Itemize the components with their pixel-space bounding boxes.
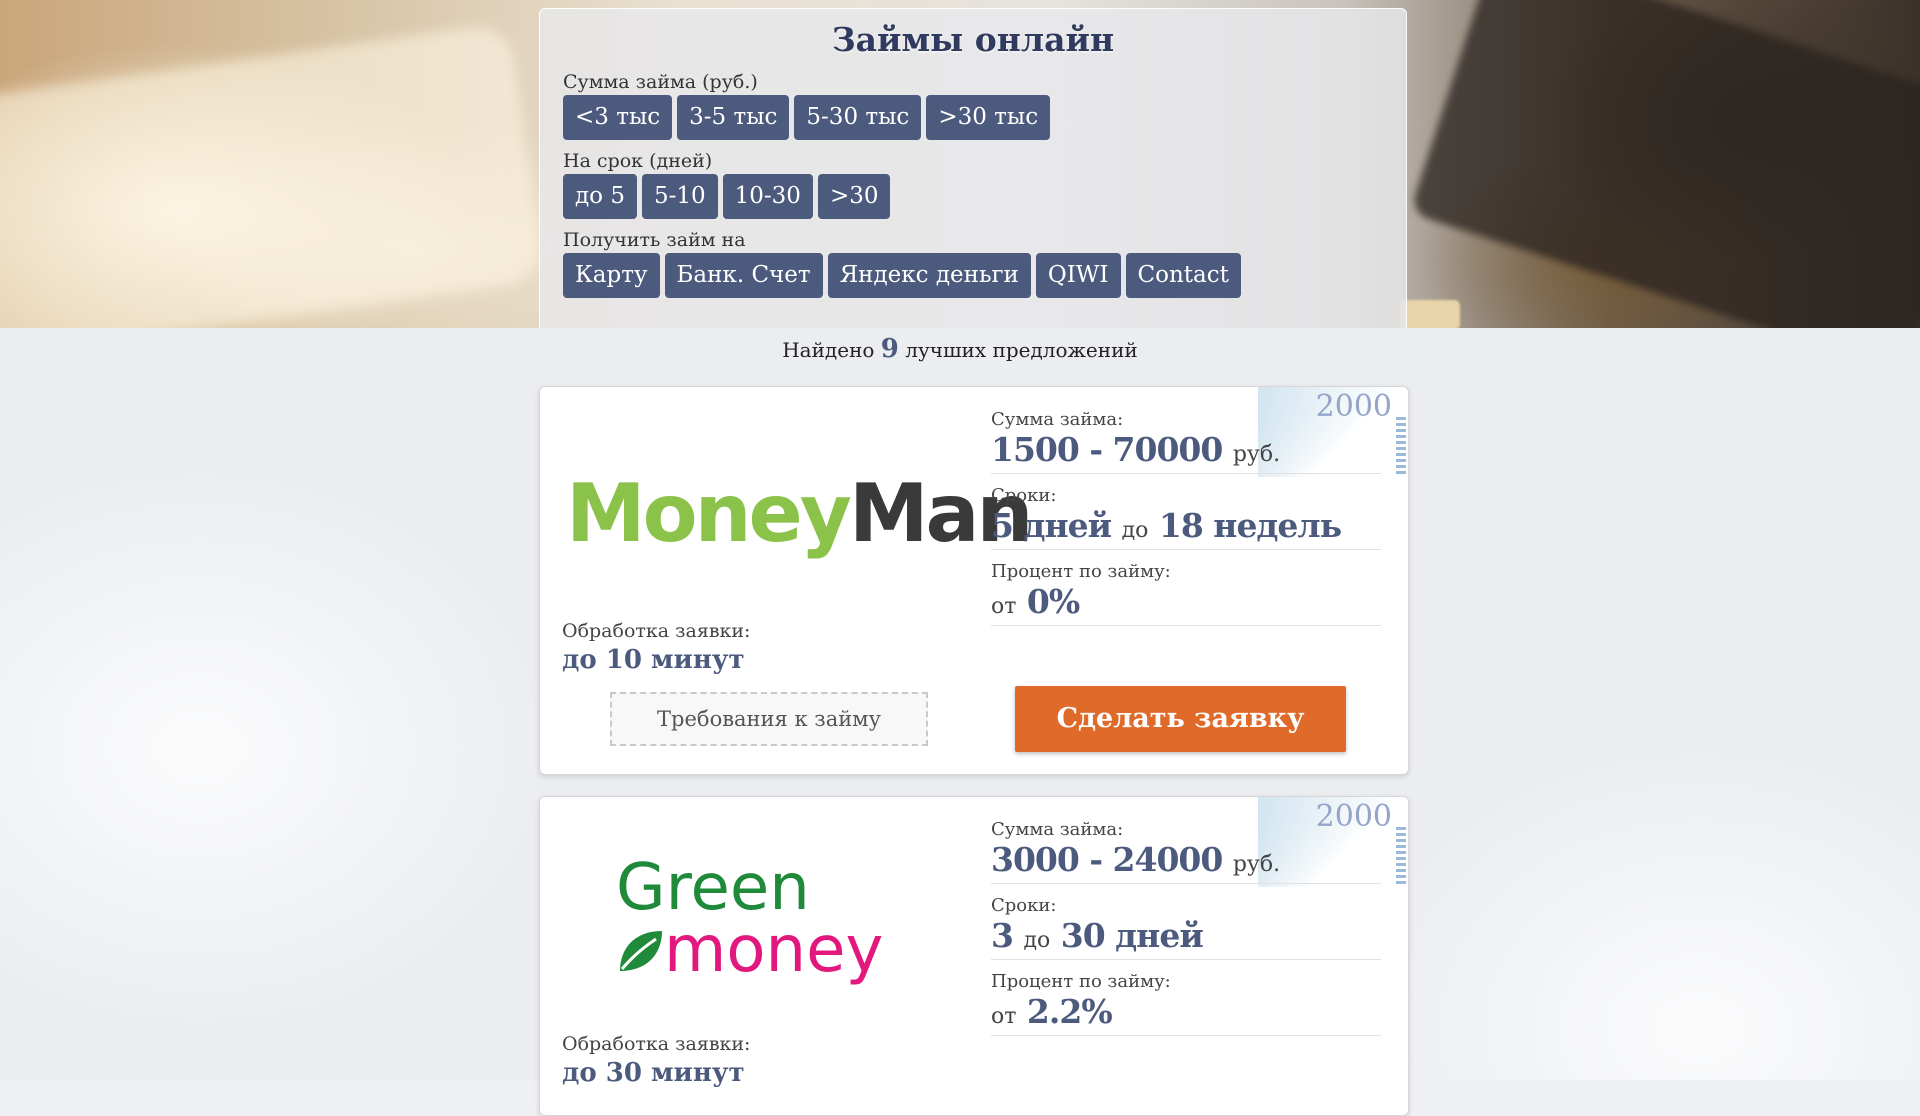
term-separator: до bbox=[1121, 518, 1149, 543]
requirements-button[interactable]: Требования к займу bbox=[610, 692, 928, 746]
amount-option-3-5k[interactable]: 3-5 тыс bbox=[677, 95, 790, 140]
method-filter-group: Карту Банк. Счет Яндекс деньги QIWI Cont… bbox=[563, 253, 1383, 298]
amount-value: 3000 - 24000 руб. bbox=[991, 841, 1381, 879]
method-filter-label: Получить займ на bbox=[563, 229, 746, 251]
term-param: Сроки: 5 дней до 18 недель bbox=[991, 485, 1381, 550]
processing-info: Обработка заявки: до 10 минут bbox=[562, 620, 750, 678]
rate-param: Процент по займу: от 0% bbox=[991, 561, 1381, 626]
amount-range: 1500 - 70000 bbox=[991, 430, 1223, 469]
rate-number: 2.2% bbox=[1026, 992, 1113, 1031]
processing-value: до 30 минут bbox=[562, 1058, 745, 1088]
processing-label: Обработка заявки: bbox=[562, 620, 751, 642]
moneyman-logo[interactable]: MoneyMan bbox=[566, 457, 1033, 567]
background-book bbox=[0, 22, 546, 328]
offer-params: Сумма займа: 1500 - 70000 руб. Сроки: 5 … bbox=[991, 409, 1381, 637]
rate-prefix: от bbox=[991, 1004, 1017, 1029]
method-option-contact[interactable]: Contact bbox=[1125, 253, 1241, 298]
background-pencil bbox=[1400, 300, 1460, 328]
term-from: 5 дней bbox=[991, 506, 1112, 545]
background-paper bbox=[1409, 0, 1920, 328]
term-from: 3 bbox=[991, 916, 1014, 955]
rate-param: Процент по займу: от 2.2% bbox=[991, 971, 1381, 1036]
rate-label: Процент по займу: bbox=[991, 971, 1171, 992]
term-label: Сроки: bbox=[991, 485, 1057, 506]
leaf-icon bbox=[620, 931, 662, 971]
offer-card: 2000 MoneyMan Сумма займа: 1500 - 70000 … bbox=[539, 386, 1409, 775]
apply-button[interactable]: Сделать заявку bbox=[1015, 686, 1346, 752]
rate-label: Процент по займу: bbox=[991, 561, 1171, 582]
term-option-5-10[interactable]: 5-10 bbox=[641, 174, 718, 219]
processing-value: до 10 минут bbox=[562, 645, 745, 675]
filter-panel: Займы онлайн Сумма займа (руб.) <3 тыс 3… bbox=[539, 8, 1407, 328]
amount-option-under-3k[interactable]: <3 тыс bbox=[563, 95, 673, 140]
method-option-card[interactable]: Карту bbox=[563, 253, 660, 298]
term-value: 5 дней до 18 недель bbox=[991, 507, 1381, 545]
amount-param: Сумма займа: 1500 - 70000 руб. bbox=[991, 409, 1381, 474]
rate-value: от 2.2% bbox=[991, 993, 1381, 1031]
term-filter-label: На срок (дней) bbox=[563, 150, 713, 172]
term-filter-group: до 5 5-10 10-30 >30 bbox=[563, 174, 1383, 219]
amount-value: 1500 - 70000 руб. bbox=[991, 431, 1381, 469]
greenmoney-logo[interactable]: Green money bbox=[566, 851, 966, 982]
amount-unit: руб. bbox=[1232, 442, 1281, 467]
term-option-over-30[interactable]: >30 bbox=[817, 174, 891, 219]
rate-prefix: от bbox=[991, 594, 1017, 619]
processing-info: Обработка заявки: до 30 минут bbox=[562, 1033, 750, 1091]
amount-label: Сумма займа: bbox=[991, 819, 1124, 840]
logo-text-part2: money bbox=[664, 913, 884, 987]
logo-text-part1: Money bbox=[566, 467, 852, 560]
processing-label: Обработка заявки: bbox=[562, 1033, 751, 1055]
results-count: Найдено 9 лучших предложений bbox=[0, 332, 1920, 366]
term-option-up-to-5[interactable]: до 5 bbox=[563, 174, 637, 219]
term-separator: до bbox=[1023, 928, 1051, 953]
amount-filter-group: <3 тыс 3-5 тыс 5-30 тыс >30 тыс bbox=[563, 95, 1383, 140]
amount-filter-label: Сумма займа (руб.) bbox=[563, 71, 758, 93]
logo-text-part1: Green bbox=[616, 851, 810, 925]
amount-label: Сумма займа: bbox=[991, 409, 1124, 430]
rate-number: 0% bbox=[1026, 582, 1080, 621]
banknote-stripe bbox=[1396, 827, 1406, 887]
method-option-yandex-money[interactable]: Яндекс деньги bbox=[827, 253, 1031, 298]
method-option-qiwi[interactable]: QIWI bbox=[1035, 253, 1121, 298]
amount-unit: руб. bbox=[1232, 852, 1281, 877]
results-suffix: лучших предложений bbox=[905, 338, 1138, 362]
amount-param: Сумма займа: 3000 - 24000 руб. bbox=[991, 819, 1381, 884]
term-to: 18 недель bbox=[1158, 506, 1342, 545]
method-option-bank-account[interactable]: Банк. Счет bbox=[664, 253, 823, 298]
page-title: Займы онлайн bbox=[831, 20, 1115, 59]
term-value: 3 до 30 дней bbox=[991, 917, 1381, 955]
amount-range: 3000 - 24000 bbox=[991, 840, 1223, 879]
amount-option-5-30k[interactable]: 5-30 тыс bbox=[794, 95, 922, 140]
results-prefix: Найдено bbox=[782, 338, 875, 362]
banknote-stripe bbox=[1396, 417, 1406, 477]
amount-option-over-30k[interactable]: >30 тыс bbox=[926, 95, 1051, 140]
rate-value: от 0% bbox=[991, 583, 1381, 621]
offer-params: Сумма займа: 3000 - 24000 руб. Сроки: 3 … bbox=[991, 819, 1381, 1047]
term-option-10-30[interactable]: 10-30 bbox=[722, 174, 813, 219]
term-to: 30 дней bbox=[1060, 916, 1204, 955]
results-count-number: 9 bbox=[880, 334, 899, 364]
offer-card: 2000 Green money Сумма займа: 3000 - 240… bbox=[539, 796, 1409, 1116]
term-label: Сроки: bbox=[991, 895, 1057, 916]
term-param: Сроки: 3 до 30 дней bbox=[991, 895, 1381, 960]
